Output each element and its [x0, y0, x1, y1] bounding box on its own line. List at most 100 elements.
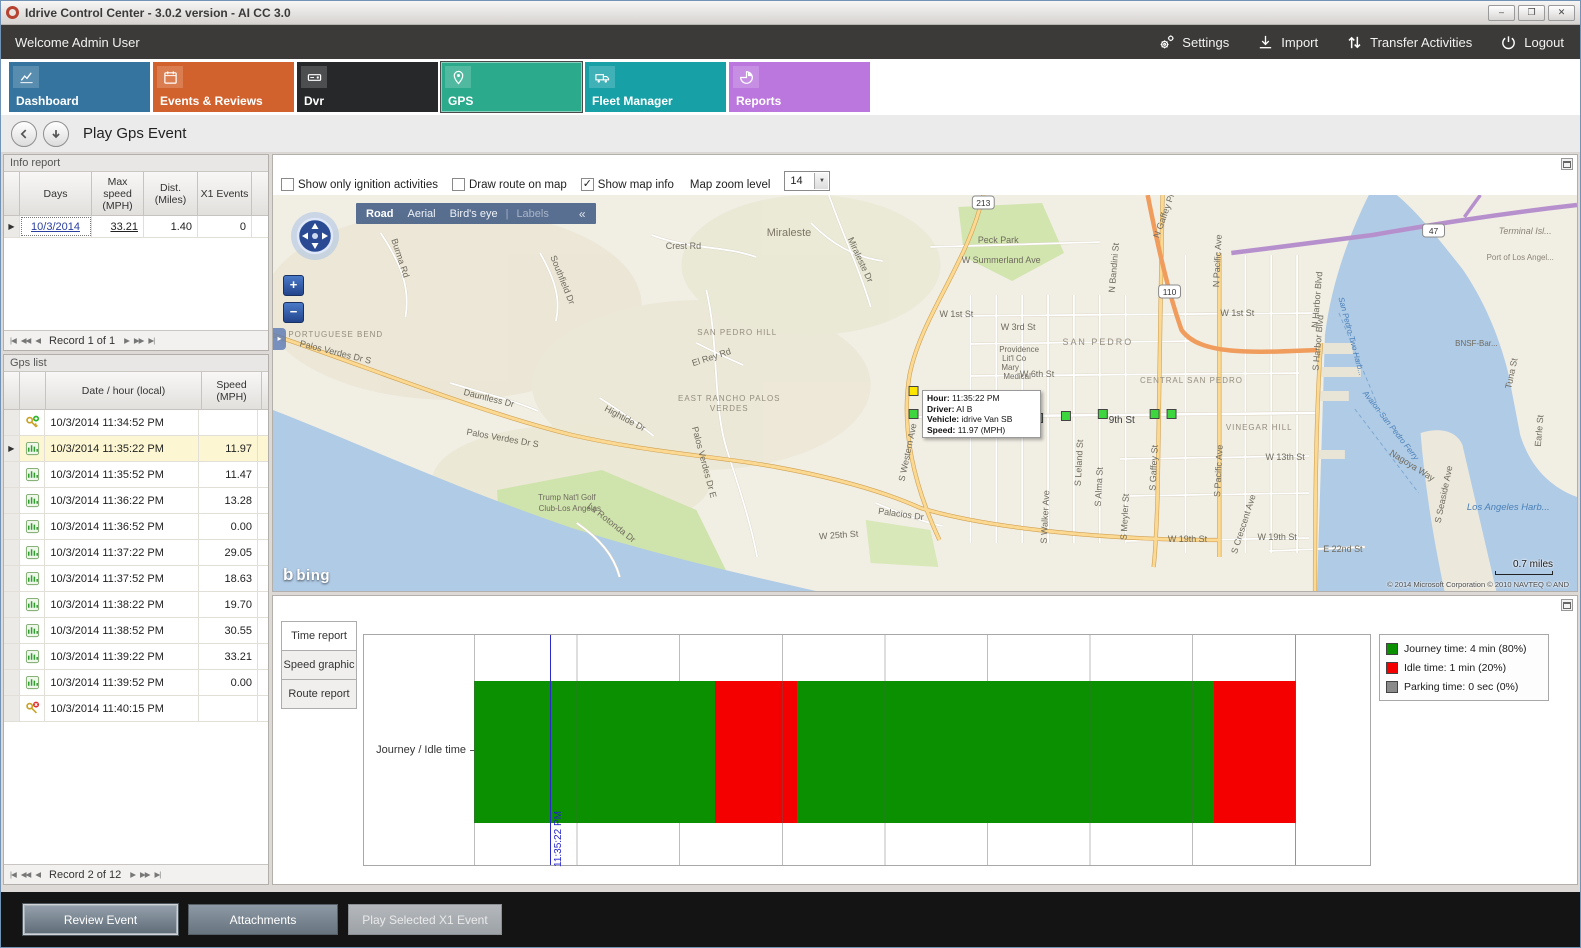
down-button[interactable]	[43, 121, 69, 147]
map-view-road[interactable]: Road	[366, 208, 394, 220]
settings-button[interactable]: Settings	[1158, 34, 1229, 51]
show-only-ignition-activities-checkbox[interactable]: Show only ignition activities	[281, 178, 438, 191]
col-dist[interactable]: Dist. (Miles)	[144, 172, 198, 215]
map-zoom-select[interactable]: 14 ▼	[784, 171, 830, 191]
checkbox-label: Show only ignition activities	[298, 179, 438, 191]
map-view-birds-eye[interactable]: Bird's eye	[450, 208, 498, 220]
checkbox-box[interactable]: ✓	[581, 178, 594, 191]
gps-marker[interactable]	[1167, 410, 1176, 419]
gps-marker[interactable]	[1098, 410, 1107, 419]
gps-list-row[interactable]: 10/3/2014 11:37:52 PM18.63	[4, 566, 268, 592]
tab-route-report[interactable]: Route report	[281, 679, 357, 709]
map-side-handle[interactable]: ▸	[273, 328, 286, 350]
map-zoom-in-button[interactable]: +	[283, 275, 304, 296]
gps-list-row[interactable]: 10/3/2014 11:38:52 PM30.55	[4, 618, 268, 644]
transfer-activities-button[interactable]: Transfer Activities	[1346, 34, 1472, 51]
pager-prev-page-button[interactable]: ◀◀	[21, 336, 31, 345]
col-max-speed[interactable]: Max speed (MPH)	[92, 172, 144, 215]
footer-bar: Review EventAttachmentsPlay Selected X1 …	[1, 892, 1580, 947]
map-label: S Alma St	[1093, 466, 1105, 506]
map-area[interactable]: 21311047 MiralesteCrest RdBurma RdSouthf…	[273, 195, 1577, 591]
legend-label: Parking time: 0 sec (0%)	[1404, 681, 1518, 693]
gps-list-row[interactable]: 10/3/2014 11:34:52 PM	[4, 410, 268, 436]
map-panel-collapse-button[interactable]	[1561, 158, 1573, 170]
col-speed[interactable]: Speed (MPH)	[202, 372, 262, 409]
chart-panel-collapse-button[interactable]	[1561, 599, 1573, 611]
nav-tab-gps[interactable]: GPS	[441, 62, 582, 112]
tab-speed-graphic[interactable]: Speed graphic	[281, 650, 357, 680]
minimize-button[interactable]: –	[1488, 5, 1515, 21]
nav-tab-fleet-manager[interactable]: Fleet Manager	[585, 62, 726, 112]
current-time-line[interactable]	[550, 635, 551, 865]
draw-route-on-map-checkbox[interactable]: Draw route on map	[452, 178, 567, 191]
col-x1-events[interactable]: X1 Events	[198, 172, 252, 215]
gps-list-row[interactable]: 10/3/2014 11:40:15 PM	[4, 696, 268, 722]
logout-button[interactable]: Logout	[1500, 34, 1564, 51]
review-event-button[interactable]: Review Event	[23, 904, 178, 935]
row-indicator	[4, 410, 20, 435]
back-button[interactable]	[11, 121, 37, 147]
map-view-aerial[interactable]: Aerial	[408, 208, 436, 220]
map-view-labels[interactable]: Labels	[516, 208, 548, 220]
maximize-button[interactable]: ❐	[1518, 5, 1545, 21]
col-datetime[interactable]: Date / hour (local)	[46, 372, 202, 409]
gps-list-row[interactable]: 10/3/2014 11:38:22 PM19.70	[4, 592, 268, 618]
gps-list-row[interactable]: 10/3/2014 11:35:52 PM11.47	[4, 462, 268, 488]
gps-speed-cell: 11.47	[199, 462, 258, 487]
legend-swatch	[1386, 662, 1398, 674]
pager-prev-button[interactable]: ◀	[35, 336, 40, 345]
pager-next-page-button[interactable]: ▶▶	[140, 870, 150, 879]
info-report-row[interactable]: ▶ 10/3/2014 33.21 1.40 0	[4, 216, 268, 238]
nav-tab-dvr[interactable]: Dvr	[297, 62, 438, 112]
current-time-label: 11:35:22 PM	[553, 783, 564, 867]
pager-last-button[interactable]: ▶|	[155, 870, 161, 879]
nav-tab-reports[interactable]: Reports	[729, 62, 870, 112]
map-toolbar-collapse[interactable]: «	[579, 207, 586, 221]
gps-list-row[interactable]: 10/3/2014 11:36:52 PM0.00	[4, 514, 268, 540]
gps-list-row[interactable]: 10/3/2014 11:37:22 PM29.05	[4, 540, 268, 566]
gps-list-row[interactable]: ▶10/3/2014 11:35:22 PM11.97	[4, 436, 268, 462]
attachments-button[interactable]: Attachments	[188, 904, 338, 935]
pager-prev-button[interactable]: ◀	[35, 870, 40, 879]
gps-datetime-cell: 10/3/2014 11:37:22 PM	[45, 540, 199, 565]
dvr-icon	[301, 66, 327, 88]
gps-icon	[20, 618, 46, 643]
gps-marker[interactable]	[909, 410, 918, 419]
gps-marker-selected[interactable]	[909, 387, 918, 396]
close-button[interactable]: ✕	[1548, 5, 1575, 21]
pager-prev-page-button[interactable]: ◀◀	[21, 870, 31, 879]
row-indicator	[4, 592, 20, 617]
col-days[interactable]: Days	[20, 172, 92, 215]
gps-marker[interactable]	[1150, 410, 1159, 419]
map-label: VERDES	[710, 404, 749, 413]
gps-datetime-cell: 10/3/2014 11:35:22 PM	[45, 436, 199, 461]
gps-datetime-cell: 10/3/2014 11:36:22 PM	[45, 488, 199, 513]
import-button[interactable]: Import	[1257, 34, 1318, 51]
pager-last-button[interactable]: ▶|	[148, 336, 154, 345]
tab-time-report[interactable]: Time report	[281, 621, 357, 651]
checkbox-box[interactable]	[452, 178, 465, 191]
gps-marker[interactable]	[1061, 412, 1070, 421]
gps-speed-cell: 19.70	[199, 592, 258, 617]
pager-next-button[interactable]: ▶	[130, 870, 135, 879]
checkbox-box[interactable]	[281, 178, 294, 191]
map-compass-control[interactable]	[288, 209, 342, 263]
nav-tab-dashboard[interactable]: Dashboard	[9, 62, 150, 112]
max-speed-cell[interactable]: 33.21	[92, 216, 144, 237]
show-map-info-checkbox[interactable]: ✓Show map info	[581, 178, 674, 191]
legend-label: Idle time: 1 min (20%)	[1404, 662, 1506, 674]
days-cell[interactable]: 10/3/2014	[20, 216, 92, 237]
pager-next-button[interactable]: ▶	[124, 336, 129, 345]
nav-tab-events-reviews[interactable]: Events & Reviews	[153, 62, 294, 112]
gps-list-row[interactable]: 10/3/2014 11:39:52 PM0.00	[4, 670, 268, 696]
pager-next-page-button[interactable]: ▶▶	[134, 336, 144, 345]
gps-icon	[20, 514, 46, 539]
gps-speed-cell: 29.05	[199, 540, 258, 565]
gps-list-row[interactable]: 10/3/2014 11:39:22 PM33.21	[4, 644, 268, 670]
gps-list-row[interactable]: 10/3/2014 11:36:22 PM13.28	[4, 488, 268, 514]
map-zoom-out-button[interactable]: −	[283, 302, 304, 323]
transfer-activities-label: Transfer Activities	[1370, 35, 1472, 50]
pager-first-button[interactable]: |◀	[10, 336, 16, 345]
map-label: W 6th St	[1020, 369, 1055, 379]
pager-first-button[interactable]: |◀	[10, 870, 16, 879]
